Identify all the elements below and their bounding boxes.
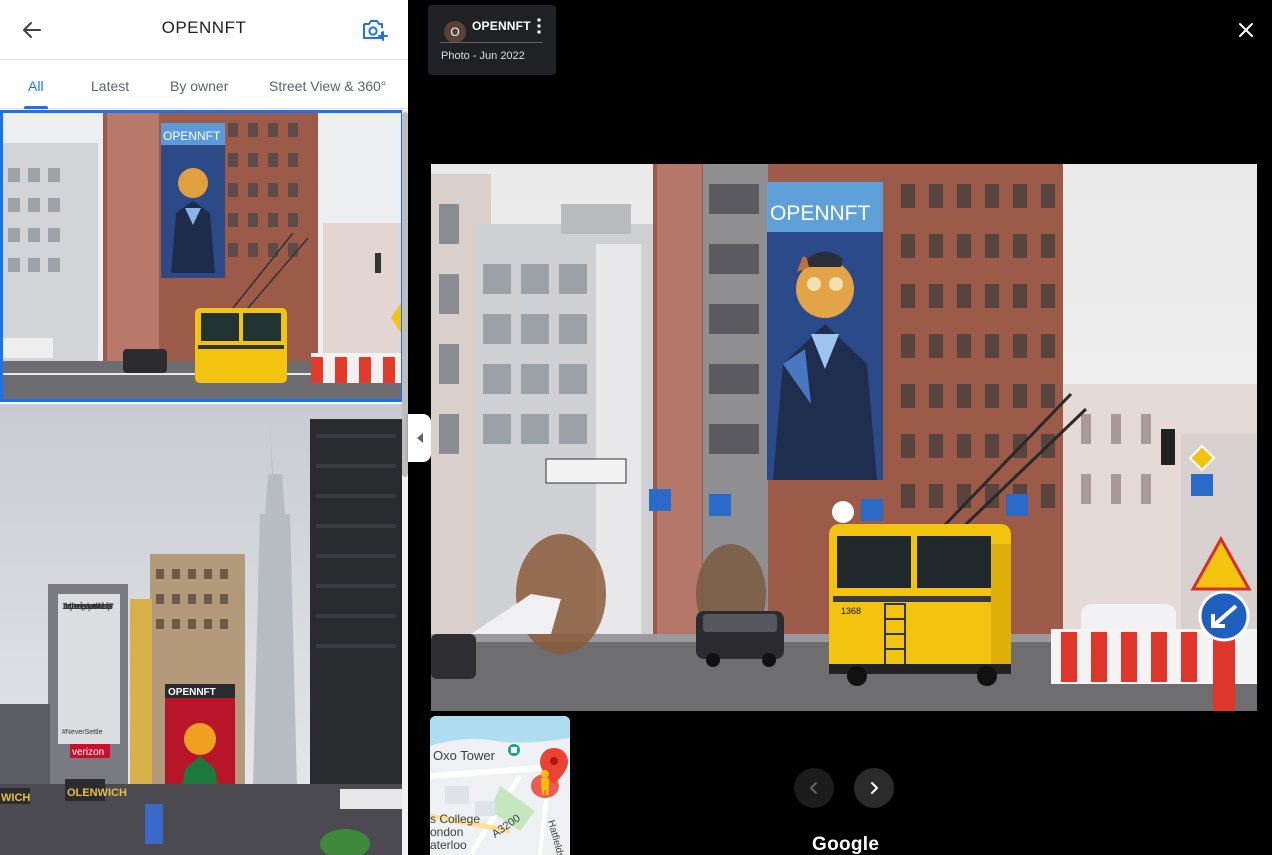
photo-tabs: All Latest By owner Street View & 360° — [0, 61, 408, 109]
caret-left-icon — [416, 433, 423, 443]
svg-text:verizon: verizon — [72, 747, 104, 758]
photo-thumbnail[interactable]: OPENNFT — [0, 110, 404, 402]
panel-header: OPENNFT — [0, 0, 408, 60]
chevron-left-icon — [810, 782, 817, 794]
collapse-panel-button[interactable] — [408, 414, 431, 462]
more-options-button[interactable] — [532, 16, 546, 36]
thumbnail-image: In the city that never sleeps, does your… — [0, 404, 404, 855]
main-photo[interactable]: OPENNFT 1368 — [431, 164, 1257, 711]
minimap[interactable]: Oxo Tower s College ondon aterloo A3200 … — [430, 716, 570, 855]
thumbnail-image: OPENNFT — [3, 113, 401, 399]
svg-text:1368: 1368 — [841, 606, 861, 616]
main-photo-image: OPENNFT 1368 — [431, 164, 1257, 711]
svg-text:aterloo: aterloo — [430, 838, 467, 852]
svg-text:#NeverSettle: #NeverSettle — [62, 729, 103, 736]
svg-text:In the city that never sleeps,: In the city that never sleeps, does your… — [62, 602, 114, 612]
tab-all[interactable]: All — [28, 78, 44, 94]
svg-text:OPENNFT: OPENNFT — [163, 129, 221, 143]
svg-text:OLENWICH: OLENWICH — [67, 787, 127, 799]
minimap-image: Oxo Tower s College ondon aterloo A3200 … — [430, 716, 570, 855]
svg-text:OPENNFT: OPENNFT — [770, 202, 871, 225]
close-icon — [1239, 23, 1253, 37]
chevron-right-icon — [871, 782, 878, 794]
page-title: OPENNFT — [161, 18, 247, 37]
camera-plus-icon — [363, 20, 388, 41]
next-photo-button[interactable] — [854, 768, 894, 808]
svg-text:WICH: WICH — [1, 792, 30, 804]
tab-by-owner[interactable]: By owner — [170, 78, 228, 94]
photos-panel: OPENNFT All Latest By owner Street View … — [0, 0, 408, 855]
photo-date: Photo - Jun 2022 — [441, 50, 525, 62]
previous-photo-button[interactable] — [794, 768, 834, 808]
svg-text:ondon: ondon — [430, 825, 463, 839]
svg-text:OPENNFT: OPENNFT — [168, 687, 216, 698]
svg-text:Oxo Tower: Oxo Tower — [433, 748, 496, 763]
more-vert-icon — [537, 18, 541, 34]
avatar[interactable]: O — [444, 21, 466, 43]
tab-street-view[interactable]: Street View & 360° — [269, 78, 386, 94]
owner-name[interactable]: OPENNFT — [472, 19, 531, 33]
google-logo: Google — [812, 834, 880, 855]
close-button[interactable] — [1232, 16, 1260, 44]
photo-thumbnail[interactable]: In the city that never sleeps, does your… — [0, 404, 404, 855]
landmark-icon — [508, 744, 520, 756]
svg-text:s College: s College — [430, 812, 480, 826]
photo-info-card: O OPENNFT Photo - Jun 2022 — [428, 5, 556, 75]
tab-latest[interactable]: Latest — [91, 78, 129, 94]
tab-indicator — [24, 106, 48, 109]
divider — [440, 42, 543, 43]
add-photo-button[interactable] — [360, 15, 390, 45]
